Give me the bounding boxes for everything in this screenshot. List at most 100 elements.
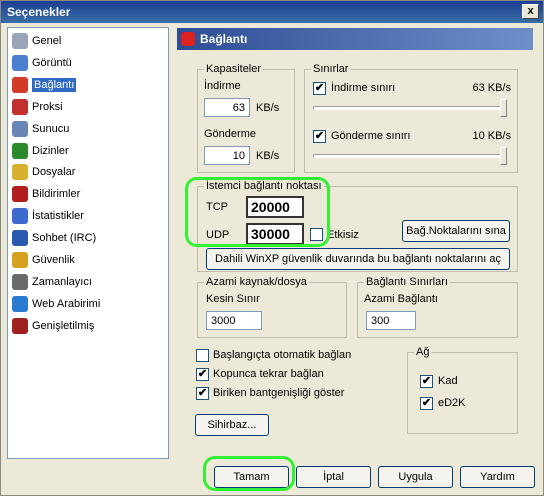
option-checkbox[interactable]: ✔ bbox=[196, 368, 209, 381]
upload-limit-slider[interactable] bbox=[313, 146, 507, 166]
cancel-button[interactable]: İptal bbox=[296, 466, 371, 488]
network-legend: Ağ bbox=[414, 346, 432, 358]
max-sources-group: Azami kaynak/dosya Kesin Sınır bbox=[197, 276, 347, 338]
option-checkbox[interactable]: ✔ bbox=[196, 387, 209, 400]
option-label: Biriken bantgenişliği göster bbox=[213, 387, 345, 399]
chat-icon bbox=[12, 230, 28, 247]
connection-limits-legend: Bağlantı Sınırları bbox=[364, 276, 450, 288]
upload-capacity-input[interactable] bbox=[204, 146, 250, 165]
hard-limit-input[interactable] bbox=[206, 311, 262, 330]
sidebar-item-label: Genişletilmiş bbox=[32, 319, 95, 332]
sidebar-item[interactable]: Genişletilmiş bbox=[12, 317, 94, 335]
tcp-port-input[interactable] bbox=[246, 196, 304, 218]
clock-icon bbox=[12, 273, 28, 290]
globe-icon bbox=[12, 295, 28, 312]
open-firewall-ports-button[interactable]: Dahili WinXP güvenlik duvarında bu bağla… bbox=[206, 248, 510, 270]
download-limit-value: 63 KB/s bbox=[472, 82, 511, 94]
display-icon bbox=[12, 54, 28, 71]
sidebar-item-label: Bildirimler bbox=[32, 188, 81, 201]
sidebar-item-label: Sunucu bbox=[32, 122, 70, 135]
lock-icon bbox=[12, 252, 28, 268]
sidebar-item-label: Görüntü bbox=[32, 56, 72, 69]
sidebar-item-label: Güvenlik bbox=[32, 254, 75, 266]
tcp-label: TCP bbox=[206, 201, 228, 213]
apply-button[interactable]: Uygula bbox=[378, 466, 453, 488]
sidebar-item[interactable]: İstatistikler bbox=[12, 207, 84, 225]
close-button[interactable]: x bbox=[522, 4, 539, 19]
sidebar-item-label: Dizinler bbox=[32, 144, 69, 157]
udp-port-input[interactable] bbox=[246, 223, 304, 245]
folder-icon bbox=[12, 142, 28, 159]
download-capacity-label: İndirme bbox=[204, 80, 241, 92]
files-icon bbox=[12, 164, 28, 181]
sidebar-item-label: Bağlantı bbox=[32, 77, 77, 92]
ed2k-checkbox[interactable]: ✔ bbox=[420, 397, 433, 410]
sidebar-item[interactable]: Dosyalar bbox=[12, 163, 75, 181]
sidebar-item[interactable]: Dizinler bbox=[12, 142, 69, 160]
sidebar-item-label: Dosyalar bbox=[32, 166, 76, 179]
download-limit-slider[interactable] bbox=[313, 98, 507, 118]
kad-label: Kad bbox=[438, 375, 458, 387]
gear-icon bbox=[12, 33, 28, 49]
network-group: Ağ ✔ Kad ✔ eD2K bbox=[407, 346, 518, 434]
title-bar: Seçenekler x bbox=[1, 1, 543, 23]
download-limit-checkbox[interactable]: ✔ bbox=[313, 82, 326, 95]
category-list: Genel Görüntü Bağlantı Proksi Sunucu Dizinler… bbox=[7, 27, 169, 459]
client-port-group: İstemci bağlantı noktası TCP UDP Etkisiz… bbox=[197, 180, 518, 272]
sidebar-item-label: İstatistikler bbox=[32, 210, 84, 223]
notification-icon bbox=[12, 186, 28, 203]
upload-limit-checkbox[interactable]: ✔ bbox=[313, 130, 326, 143]
help-button[interactable]: Yardım bbox=[460, 466, 535, 488]
sidebar-item-label: Sohbet (IRC) bbox=[32, 232, 97, 245]
disable-udp-checkbox[interactable] bbox=[310, 228, 323, 241]
connection-icon bbox=[181, 32, 195, 46]
section-header: Bağlantı bbox=[177, 28, 533, 50]
sidebar-item-label: Web Arabirimi bbox=[32, 297, 101, 310]
sidebar-item[interactable]: Zamanlayıcı bbox=[12, 273, 92, 291]
sidebar-item[interactable]: Sunucu bbox=[12, 120, 69, 138]
client-port-legend: İstemci bağlantı noktası bbox=[204, 180, 324, 192]
slider-thumb[interactable] bbox=[500, 99, 507, 117]
sidebar-item[interactable]: Sohbet (IRC) bbox=[12, 229, 96, 247]
sidebar-item[interactable]: Genel bbox=[12, 32, 61, 50]
sidebar-item-label: Genel bbox=[32, 35, 62, 47]
stats-icon bbox=[12, 208, 28, 225]
option-label: Kopunca tekrar bağlan bbox=[213, 368, 324, 380]
download-capacity-input[interactable] bbox=[204, 98, 250, 117]
wizard-button[interactable]: Sihirbaz... bbox=[195, 414, 269, 436]
connection-icon bbox=[12, 76, 28, 93]
kad-checkbox[interactable]: ✔ bbox=[420, 375, 433, 388]
download-capacity-unit: KB/s bbox=[256, 102, 280, 114]
sidebar-item[interactable]: Güvenlik bbox=[12, 251, 75, 269]
proxy-icon bbox=[12, 98, 28, 115]
max-connections-label: Azami Bağlantı bbox=[364, 293, 438, 305]
upload-capacity-unit: KB/s bbox=[256, 150, 280, 162]
sidebar-item[interactable]: Bildirimler bbox=[12, 185, 80, 203]
section-title: Bağlantı bbox=[200, 32, 248, 46]
ed2k-label: eD2K bbox=[438, 397, 466, 409]
puzzle-icon bbox=[12, 317, 28, 334]
sidebar-item[interactable]: Proksi bbox=[12, 98, 63, 116]
sidebar-item[interactable]: Bağlantı bbox=[12, 76, 77, 94]
disable-udp-label: Etkisiz bbox=[327, 229, 359, 241]
test-ports-button[interactable]: Bağ.Noktalarını sına bbox=[402, 220, 510, 242]
ok-button[interactable]: Tamam bbox=[214, 466, 289, 488]
sidebar-item[interactable]: Görüntü bbox=[12, 54, 72, 72]
upload-limit-label: Gönderme sınırı bbox=[331, 130, 411, 142]
window-title: Seçenekler bbox=[7, 5, 71, 19]
max-connections-input[interactable] bbox=[366, 311, 416, 330]
capacities-legend: Kapasiteler bbox=[204, 63, 264, 75]
slider-thumb[interactable] bbox=[500, 147, 507, 165]
server-icon bbox=[12, 120, 28, 137]
upload-capacity-label: Gönderme bbox=[204, 128, 256, 140]
upload-limit-value: 10 KB/s bbox=[472, 130, 511, 142]
option-checkbox[interactable] bbox=[196, 349, 209, 362]
sidebar-item[interactable]: Web Arabirimi bbox=[12, 295, 100, 313]
download-limit-label: İndirme sınırı bbox=[331, 82, 396, 94]
limits-group: Sınırlar ✔ İndirme sınırı 63 KB/s ✔ Gönd… bbox=[304, 63, 518, 173]
capacities-group: Kapasiteler İndirme KB/s Gönderme KB/s bbox=[197, 63, 295, 173]
option-label: Başlangıçta otomatik bağlan bbox=[213, 349, 352, 361]
sidebar-item-label: Proksi bbox=[32, 100, 63, 113]
connection-limits-group: Bağlantı Sınırları Azami Bağlantı bbox=[357, 276, 518, 338]
hard-limit-label: Kesin Sınır bbox=[206, 293, 260, 305]
